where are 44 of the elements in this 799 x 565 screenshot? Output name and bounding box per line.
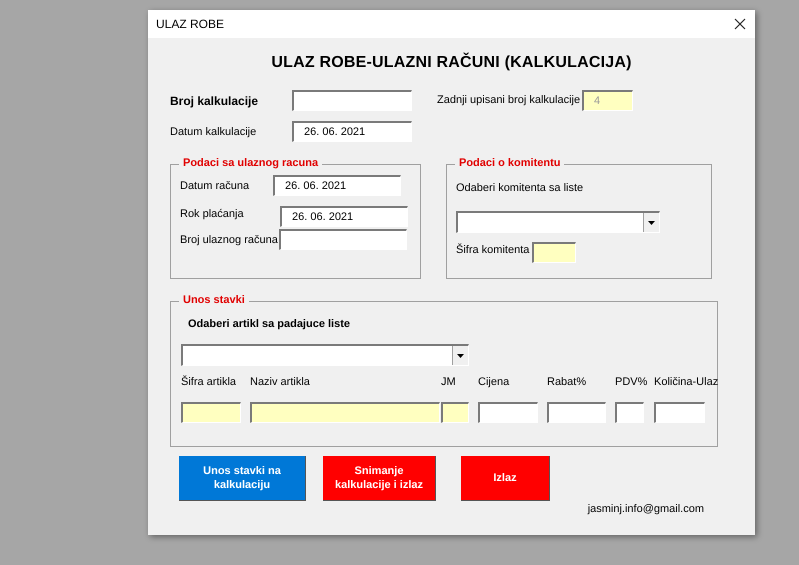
input-field[interactable]: [547, 402, 606, 423]
input-field[interactable]: 26. 06. 2021: [273, 175, 401, 196]
column-label: PDV%: [615, 376, 648, 388]
field-label: Šifra komitenta: [456, 244, 530, 256]
action-button[interactable]: Unos stavki na kalkulaciju: [179, 456, 306, 501]
column-label: Količina-Ulaz: [654, 376, 718, 388]
input-field[interactable]: [250, 402, 440, 423]
input-field[interactable]: [478, 402, 538, 423]
email-text: jasminj.info@gmail.com: [586, 503, 705, 515]
action-button[interactable]: Snimanje kalkulacije i izlaz: [323, 456, 436, 501]
input-field[interactable]: 26. 06. 2021: [292, 121, 412, 142]
input-field[interactable]: 4: [582, 90, 633, 111]
window-title: ULAZ ROBE: [156, 17, 224, 31]
caret-icon: [457, 354, 464, 358]
column-label: Rabat%: [547, 376, 586, 388]
input-field[interactable]: [441, 402, 469, 423]
prompt-text: Odaberi artikl sa padajuce liste: [188, 318, 352, 330]
column-label: Cijena: [478, 376, 510, 388]
action-button[interactable]: Izlaz: [461, 456, 550, 501]
form-heading: ULAZ ROBE-ULAZNI RAČUNI (KALKULACIJA): [270, 54, 633, 72]
frame-title: Podaci sa ulaznog racuna: [179, 157, 322, 169]
column-label: Šifra artikla: [181, 376, 236, 388]
input-field[interactable]: [279, 229, 407, 250]
field-label: Broj kalkulacije: [170, 94, 260, 108]
dropdown[interactable]: [181, 344, 469, 366]
prompt-text: Odaberi komitenta sa liste: [456, 182, 584, 194]
field-label: Datum računa: [180, 180, 250, 192]
caret-icon: [648, 220, 655, 224]
field-label: Datum kalkulacije: [170, 126, 258, 138]
column-label: JM: [441, 376, 456, 388]
input-field[interactable]: [292, 90, 412, 111]
input-field[interactable]: 26. 06. 2021: [280, 206, 408, 227]
input-field[interactable]: [532, 242, 576, 263]
close-icon[interactable]: [734, 18, 746, 30]
column-label: Naziv artikla: [250, 376, 310, 388]
field-label: Broj ulaznog računa: [180, 234, 279, 246]
field-label: Rok plaćanja: [180, 208, 245, 220]
input-field[interactable]: [654, 402, 705, 423]
frame-title: Unos stavki: [179, 294, 249, 306]
field-label: Zadnji upisani broj kalkulacije: [437, 94, 582, 106]
frame-title: Podaci o komitentu: [455, 157, 564, 169]
input-field[interactable]: [615, 402, 644, 423]
input-field[interactable]: [181, 402, 241, 423]
dropdown[interactable]: [456, 211, 660, 233]
